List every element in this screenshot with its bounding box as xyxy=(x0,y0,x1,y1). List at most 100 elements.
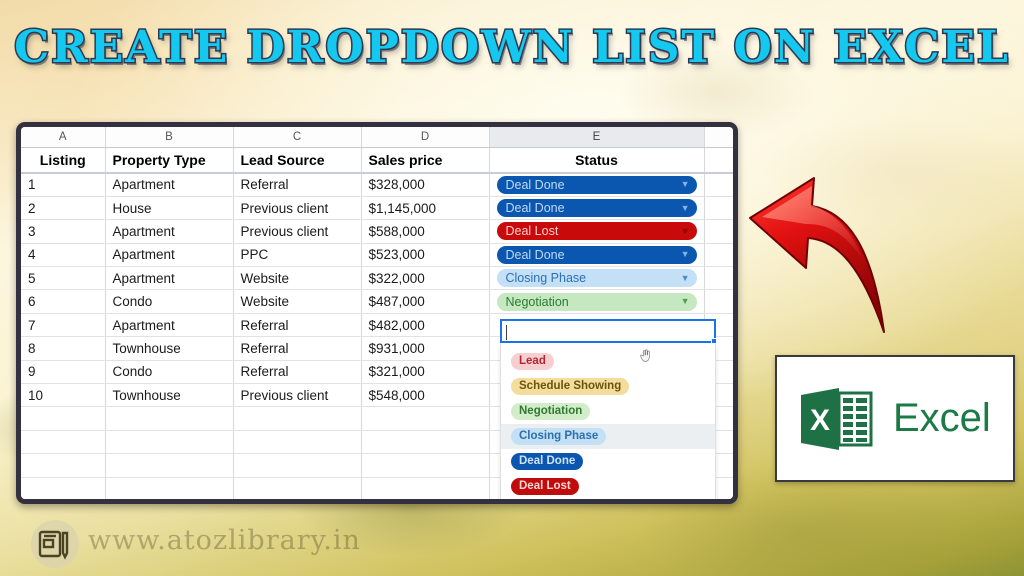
cell-lead-source[interactable]: Previous client xyxy=(233,219,362,244)
cell-blank[interactable] xyxy=(105,477,234,499)
cell-status[interactable]: Negotiation ▼ xyxy=(489,289,705,314)
cell-blank[interactable] xyxy=(361,500,489,504)
chevron-down-icon[interactable]: ▼ xyxy=(681,297,690,306)
chevron-down-icon[interactable]: ▼ xyxy=(681,250,690,259)
cell-blank[interactable] xyxy=(361,453,490,478)
cell-listing[interactable]: 1 xyxy=(21,173,106,197)
cell-lead-source[interactable]: Referral xyxy=(233,360,362,385)
cell-listing[interactable]: 3 xyxy=(21,219,106,244)
chevron-down-icon[interactable]: ▼ xyxy=(681,226,690,236)
cell-sales-price[interactable]: $487,000 xyxy=(361,289,490,314)
cell-lead-source[interactable]: PPC xyxy=(233,243,362,268)
status-chip-deal-done[interactable]: Deal Done ▼ xyxy=(496,175,697,194)
cell-blank[interactable] xyxy=(105,453,234,478)
cell-blank[interactable] xyxy=(233,500,361,504)
dropdown-option-closing[interactable]: Closing Phase xyxy=(501,424,715,449)
status-chip-deal-done[interactable]: Deal Done ▼ xyxy=(496,245,697,264)
cell-property-type[interactable]: Apartment xyxy=(105,173,234,197)
cell-blank[interactable] xyxy=(704,500,733,504)
chevron-down-icon[interactable]: ▼ xyxy=(681,180,690,189)
cell-sales-price[interactable]: $482,000 xyxy=(361,313,490,338)
cell-blank[interactable] xyxy=(233,453,362,478)
cell-blank[interactable] xyxy=(21,406,106,431)
cell-listing[interactable]: 9 xyxy=(21,360,106,385)
selected-cell[interactable] xyxy=(500,319,717,344)
cell-blank[interactable] xyxy=(704,289,733,314)
cell-blank[interactable] xyxy=(704,196,733,221)
column-header-e[interactable]: E xyxy=(489,127,705,148)
cell-blank[interactable] xyxy=(704,243,733,268)
dropdown-option-lead[interactable]: Lead xyxy=(501,349,715,374)
cell-listing[interactable]: 4 xyxy=(21,243,106,268)
cell-blank[interactable] xyxy=(361,406,490,431)
column-header-c[interactable]: C xyxy=(233,127,362,148)
cell-sales-price[interactable]: $321,000 xyxy=(361,360,490,385)
cell-property-type[interactable]: Apartment xyxy=(105,266,234,291)
cell-blank[interactable] xyxy=(105,406,234,431)
cell-property-type[interactable]: House xyxy=(105,196,234,221)
cell-lead-source[interactable]: Previous client xyxy=(233,383,362,408)
cell-sales-price[interactable]: $588,000 xyxy=(361,219,490,244)
dropdown-list[interactable]: Lead Schedule Showing Negotiation Closing P… xyxy=(500,343,716,499)
column-header-d[interactable]: D xyxy=(361,127,490,148)
dropdown-option-negotiation[interactable]: Negotiation xyxy=(501,399,715,424)
cell-property-type[interactable]: Condo xyxy=(105,289,234,314)
cell-blank[interactable] xyxy=(361,477,490,499)
cell-property-type[interactable]: Apartment xyxy=(105,313,234,338)
cell-property-type[interactable]: Townhouse xyxy=(105,383,234,408)
cell-listing[interactable]: 7 xyxy=(21,313,106,338)
cell-blank[interactable] xyxy=(21,430,106,455)
cell-sales-price[interactable]: $328,000 xyxy=(361,173,490,197)
cell-lead-source[interactable]: Website xyxy=(233,289,362,314)
cell-status[interactable]: Deal Done ▼ xyxy=(489,173,705,197)
cell-status[interactable]: Deal Lost ▼ xyxy=(489,219,705,244)
cell-blank[interactable] xyxy=(233,430,362,455)
dropdown-option-dealdone[interactable]: Deal Done xyxy=(501,449,715,474)
dropdown-option-schedule[interactable]: Schedule Showing xyxy=(501,374,715,399)
status-chip-closing[interactable]: Closing Phase ▼ xyxy=(496,269,697,288)
cell-blank[interactable] xyxy=(704,266,733,291)
cell-lead-source[interactable]: Previous client xyxy=(233,196,362,221)
cell-blank[interactable] xyxy=(21,453,106,478)
column-header-f[interactable] xyxy=(704,127,733,148)
cell-lead-source[interactable]: Referral xyxy=(233,173,362,197)
chevron-down-icon[interactable]: ▼ xyxy=(681,203,690,213)
cell-property-type[interactable]: Condo xyxy=(105,360,234,385)
cell-blank[interactable] xyxy=(105,430,234,455)
cell-blank[interactable] xyxy=(361,430,490,455)
cell-blank[interactable] xyxy=(704,173,733,197)
cell-lead-source[interactable]: Website xyxy=(233,266,362,291)
cell-status[interactable]: Closing Phase ▼ xyxy=(489,266,705,291)
cell-blank[interactable] xyxy=(704,219,733,244)
cell-sales-price[interactable]: $548,000 xyxy=(361,383,490,408)
column-header-a[interactable]: A xyxy=(21,127,106,148)
status-chip-negotiation[interactable]: Negotiation ▼ xyxy=(496,292,697,311)
cell-lead-source[interactable]: Referral xyxy=(233,336,362,361)
cell-property-type[interactable]: Apartment xyxy=(105,243,234,268)
cell-blank[interactable] xyxy=(105,500,233,504)
cell-sales-price[interactable]: $1,145,000 xyxy=(361,196,490,221)
cell-sales-price[interactable]: $322,000 xyxy=(361,266,490,291)
cell-blank[interactable] xyxy=(233,477,362,499)
cell-status[interactable]: Deal Done ▼ xyxy=(489,196,705,221)
cell-blank[interactable] xyxy=(489,500,704,504)
cell-blank[interactable] xyxy=(21,477,106,499)
cell-listing[interactable]: 6 xyxy=(21,289,106,314)
cell-sales-price[interactable]: $523,000 xyxy=(361,243,490,268)
cell-listing[interactable]: 10 xyxy=(21,383,106,408)
cell-property-type[interactable]: Apartment xyxy=(105,219,234,244)
status-chip-deal-done[interactable]: Deal Done ▼ xyxy=(496,199,697,218)
cell-status[interactable]: Deal Done ▼ xyxy=(489,243,705,268)
cell-listing[interactable]: 5 xyxy=(21,266,106,291)
dropdown-option-deallost[interactable]: Deal Lost xyxy=(501,474,715,499)
cell-blank[interactable] xyxy=(233,406,362,431)
cell-lead-source[interactable]: Referral xyxy=(233,313,362,338)
cell-sales-price[interactable]: $931,000 xyxy=(361,336,490,361)
column-header-b[interactable]: B xyxy=(105,127,234,148)
status-chip-deal-lost[interactable]: Deal Lost ▼ xyxy=(496,222,697,241)
cell-listing[interactable]: 8 xyxy=(21,336,106,361)
cell-listing[interactable]: 2 xyxy=(21,196,106,221)
cell-property-type[interactable]: Townhouse xyxy=(105,336,234,361)
chevron-down-icon[interactable]: ▼ xyxy=(681,273,690,283)
cell-blank[interactable] xyxy=(21,500,105,504)
